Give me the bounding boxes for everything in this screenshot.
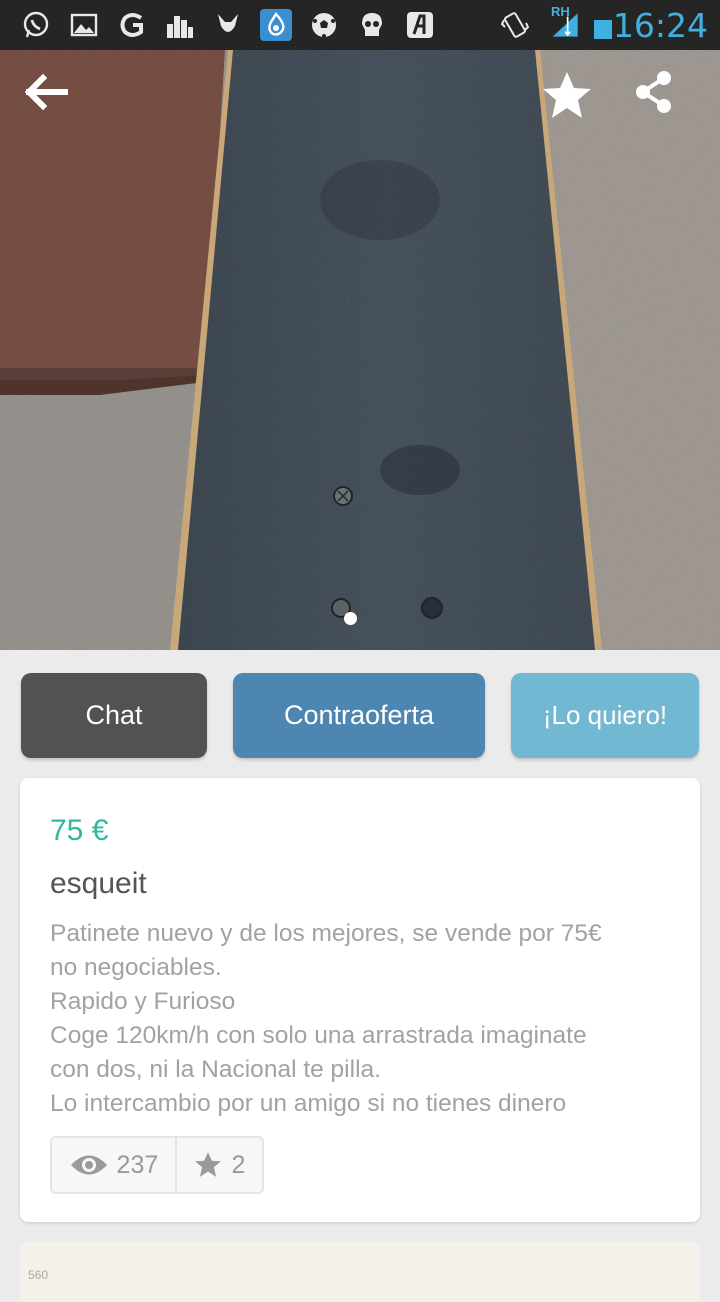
eye-icon [70,1155,107,1175]
star-icon [195,1152,222,1177]
network-label: RH [551,4,570,19]
arrow-back-icon [24,73,68,111]
gallery-icon [68,9,100,41]
skateboard-image [0,50,720,650]
description-line: Coge 120km/h con solo una arrastrada ima… [50,1022,587,1049]
buy-button[interactable]: ¡Lo quiero! [511,673,699,758]
description-line: no negociables. [50,954,222,981]
description-line: Patinete nuevo y de los mejores, se vend… [50,920,602,947]
drop-app-icon [260,9,292,41]
favorite-button[interactable] [541,70,611,140]
star-icon [543,72,591,118]
back-button[interactable] [21,72,91,142]
share-button[interactable] [634,70,704,140]
game-icon [212,9,244,41]
skull-icon [356,9,388,41]
listing-description: Patinete nuevo y de los mejores, se vend… [50,917,670,1121]
description-line: Lo intercambio por un amigo si no tienes… [50,1090,567,1117]
vibrate-icon [499,9,531,41]
listing-price: 75 € [50,814,109,847]
map-preview[interactable]: 560 [20,1242,700,1302]
soccer-icon [308,9,340,41]
whatsapp-icon [20,9,52,41]
share-icon [636,71,671,113]
g-app-icon [116,9,148,41]
listing-stats: 237 2 [50,1136,264,1194]
favorites-stat: 2 [177,1138,262,1192]
text-app-icon [404,9,436,41]
description-line: Rapido y Furioso [50,988,236,1015]
description-line: con dos, ni la Nacional te pilla. [50,1056,381,1083]
listing-card: 75 € esqueit Patinete nuevo y de los mej… [20,778,700,1222]
image-pager-dot[interactable] [344,612,357,625]
status-bar: RH 16:24 [0,0,720,50]
chat-button[interactable]: Chat [21,673,207,758]
counteroffer-button[interactable]: Contraoferta [233,673,485,758]
listing-photo[interactable] [0,50,720,650]
listing-title: esqueit [50,867,147,900]
views-stat: 237 [52,1138,177,1192]
favorites-count: 2 [231,1150,246,1179]
clock: 16:24 [612,6,708,45]
city-icon [164,9,196,41]
views-count: 237 [116,1150,159,1179]
